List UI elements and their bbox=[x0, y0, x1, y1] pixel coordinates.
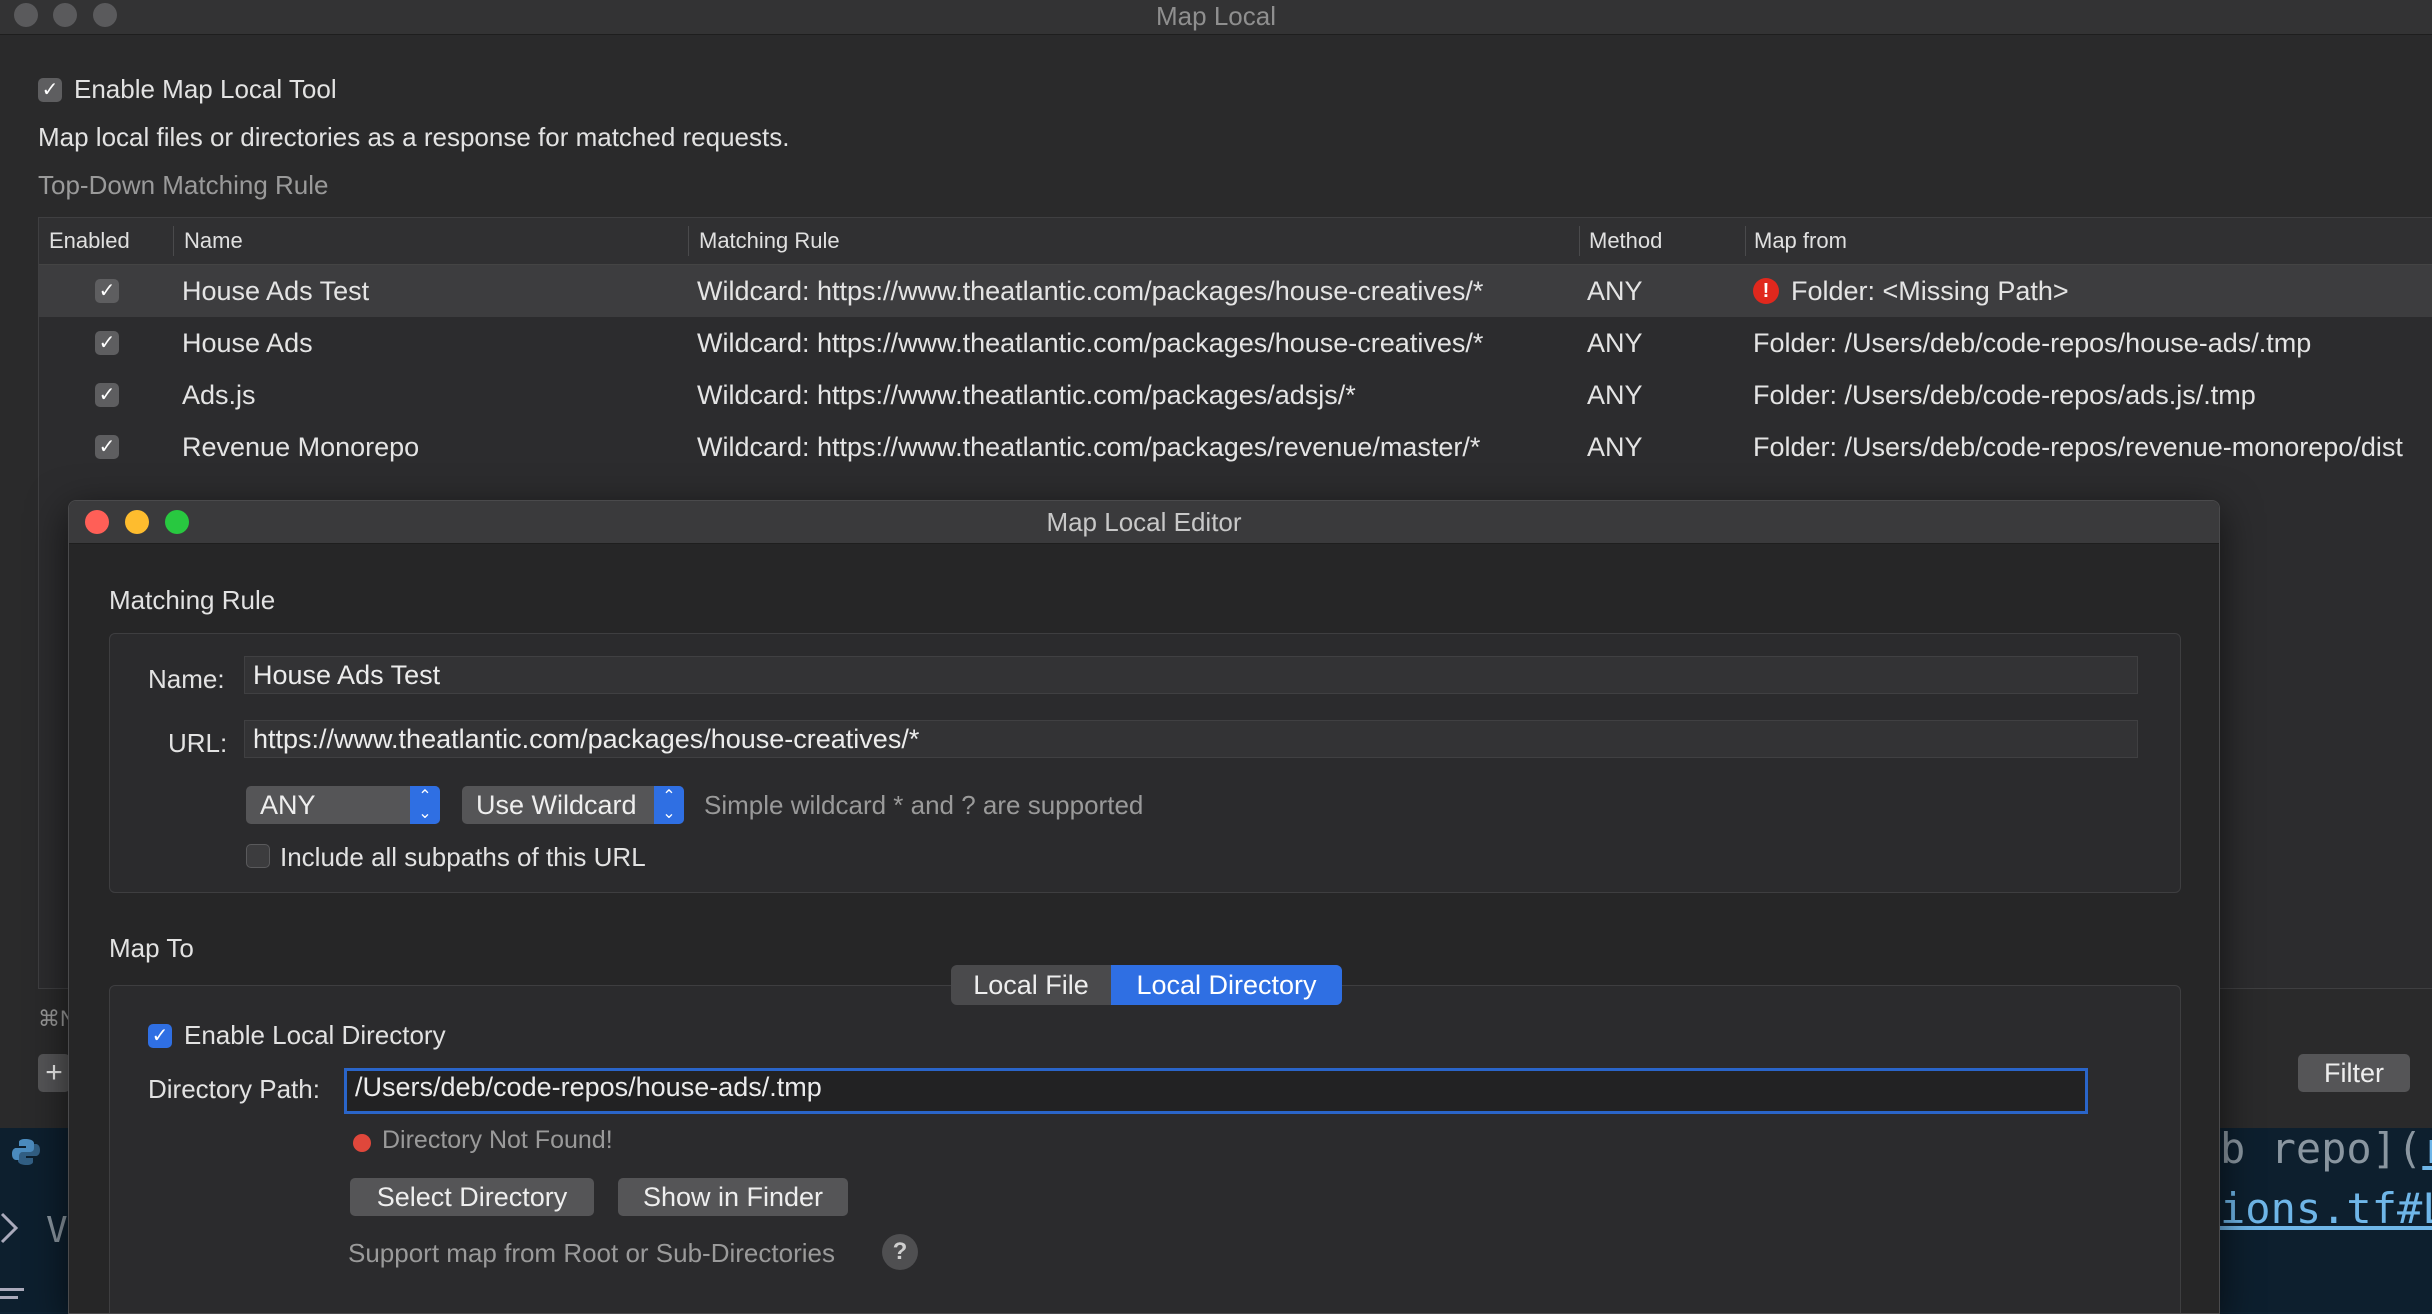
row-rule: Wildcard: https://www.theatlantic.com/pa… bbox=[697, 276, 1484, 306]
editor-title: Map Local Editor bbox=[1046, 507, 1242, 537]
map-to-heading: Map To bbox=[109, 933, 194, 963]
row-map-from: Folder: /Users/deb/code-repos/house-ads/… bbox=[1753, 328, 2312, 358]
table-header: Enabled Name Matching Rule Method Map fr… bbox=[39, 218, 2432, 265]
row-rule: Wildcard: https://www.theatlantic.com/pa… bbox=[697, 328, 1484, 358]
enable-local-directory-checkbox[interactable]: ✓ bbox=[148, 1024, 172, 1048]
support-hint: Support map from Root or Sub-Directories bbox=[348, 1238, 835, 1268]
col-divider bbox=[173, 226, 174, 256]
row-method: ANY bbox=[1587, 276, 1643, 306]
row-method: ANY bbox=[1587, 380, 1643, 410]
url-label: URL: bbox=[168, 728, 228, 758]
col-divider bbox=[1579, 226, 1580, 256]
show-in-finder-button[interactable]: Show in Finder bbox=[618, 1178, 848, 1216]
col-matching-rule[interactable]: Matching Rule bbox=[699, 218, 840, 264]
matching-rule-group: Name: House Ads Test URL: https://www.th… bbox=[109, 633, 2181, 893]
description-text: Map local files or directories as a resp… bbox=[38, 122, 790, 152]
name-label: Name: bbox=[148, 664, 225, 694]
table-row[interactable]: ✓ Ads.js Wildcard: https://www.theatlant… bbox=[39, 369, 2432, 421]
row-name: Revenue Monorepo bbox=[182, 432, 420, 462]
table-row[interactable]: ✓ House Ads Test Wildcard: https://www.t… bbox=[39, 265, 2432, 317]
row-enabled-checkbox[interactable]: ✓ bbox=[95, 331, 119, 355]
map-local-editor-dialog: Map Local Editor Matching Rule Name: Hou… bbox=[68, 500, 2220, 1314]
row-name: House Ads bbox=[182, 328, 313, 358]
chevron-right-icon bbox=[0, 1208, 22, 1248]
col-divider bbox=[1745, 226, 1746, 256]
enable-map-local-checkbox[interactable]: ✓ bbox=[38, 78, 62, 102]
help-button[interactable]: ? bbox=[882, 1234, 918, 1270]
title-bar: Map Local bbox=[0, 0, 2432, 35]
filter-button[interactable]: Filter bbox=[2298, 1054, 2410, 1092]
col-divider bbox=[688, 226, 689, 256]
row-enabled-checkbox[interactable]: ✓ bbox=[95, 383, 119, 407]
col-method[interactable]: Method bbox=[1589, 218, 1662, 264]
directory-path-field[interactable]: /Users/deb/code-repos/house-ads/.tmp bbox=[344, 1068, 2088, 1114]
directory-path-label: Directory Path: bbox=[148, 1074, 320, 1104]
row-map-from: Folder: /Users/deb/code-repos/ads.js/.tm… bbox=[1753, 380, 2256, 410]
tab-local-directory[interactable]: Local Directory bbox=[1111, 965, 1342, 1005]
error-dot-icon bbox=[353, 1134, 371, 1152]
url-field[interactable]: https://www.theatlantic.com/packages/hou… bbox=[244, 720, 2138, 758]
add-rule-button[interactable]: + bbox=[38, 1054, 70, 1092]
row-method: ANY bbox=[1587, 328, 1643, 358]
map-to-segmented-control: Local File Local Directory bbox=[951, 965, 1342, 1005]
row-enabled-checkbox[interactable]: ✓ bbox=[95, 279, 119, 303]
map-to-group: ✓ Enable Local Directory Directory Path:… bbox=[109, 985, 2181, 1313]
include-subpaths-checkbox[interactable] bbox=[246, 844, 270, 868]
table-row[interactable]: ✓ Revenue Monorepo Wildcard: https://www… bbox=[39, 421, 2432, 473]
code-line-2: ions.tf#L bbox=[2220, 1184, 2432, 1233]
method-select[interactable]: ANY ⌃ ⌄ bbox=[246, 786, 440, 824]
chevron-updown-icon: ⌃ ⌄ bbox=[654, 786, 684, 824]
tab-local-file[interactable]: Local File bbox=[951, 965, 1111, 1005]
row-name: House Ads Test bbox=[182, 276, 370, 306]
row-method: ANY bbox=[1587, 432, 1643, 462]
col-map-from[interactable]: Map from bbox=[1754, 218, 1847, 264]
code-line-1: b repo](r bbox=[2220, 1124, 2432, 1173]
menu-lines-icon bbox=[0, 1284, 26, 1304]
enable-local-directory-label: Enable Local Directory bbox=[184, 1020, 446, 1050]
row-enabled-checkbox[interactable]: ✓ bbox=[95, 435, 119, 459]
row-map-from: Folder: <Missing Path> bbox=[1791, 276, 2069, 306]
wildcard-hint: Simple wildcard * and ? are supported bbox=[704, 790, 1144, 820]
enable-map-local-label: Enable Map Local Tool bbox=[74, 74, 337, 104]
row-name: Ads.js bbox=[182, 380, 256, 410]
row-map-from: Folder: /Users/deb/code-repos/revenue-mo… bbox=[1753, 432, 2403, 462]
row-rule: Wildcard: https://www.theatlantic.com/pa… bbox=[697, 432, 1481, 462]
name-field[interactable]: House Ads Test bbox=[244, 656, 2138, 694]
section-label: Top-Down Matching Rule bbox=[38, 170, 329, 200]
python-icon bbox=[10, 1136, 42, 1168]
row-rule: Wildcard: https://www.theatlantic.com/pa… bbox=[697, 380, 1356, 410]
directory-error-text: Directory Not Found! bbox=[382, 1126, 613, 1154]
warning-icon: ! bbox=[1753, 278, 1779, 304]
code-side-glyph: V bbox=[46, 1210, 68, 1251]
chevron-updown-icon: ⌃ ⌄ bbox=[410, 786, 440, 824]
match-type-value: Use Wildcard bbox=[476, 790, 637, 820]
editor-title-bar: Map Local Editor bbox=[69, 501, 2219, 544]
col-name[interactable]: Name bbox=[184, 218, 243, 264]
matching-rule-heading: Matching Rule bbox=[109, 585, 276, 615]
match-type-select[interactable]: Use Wildcard ⌃ ⌄ bbox=[462, 786, 684, 824]
method-value: ANY bbox=[260, 790, 316, 820]
col-enabled[interactable]: Enabled bbox=[49, 218, 130, 264]
select-directory-button[interactable]: Select Directory bbox=[350, 1178, 594, 1216]
window-title: Map Local bbox=[1156, 1, 1276, 31]
table-row[interactable]: ✓ House Ads Wildcard: https://www.theatl… bbox=[39, 317, 2432, 369]
include-subpaths-label: Include all subpaths of this URL bbox=[280, 842, 646, 872]
